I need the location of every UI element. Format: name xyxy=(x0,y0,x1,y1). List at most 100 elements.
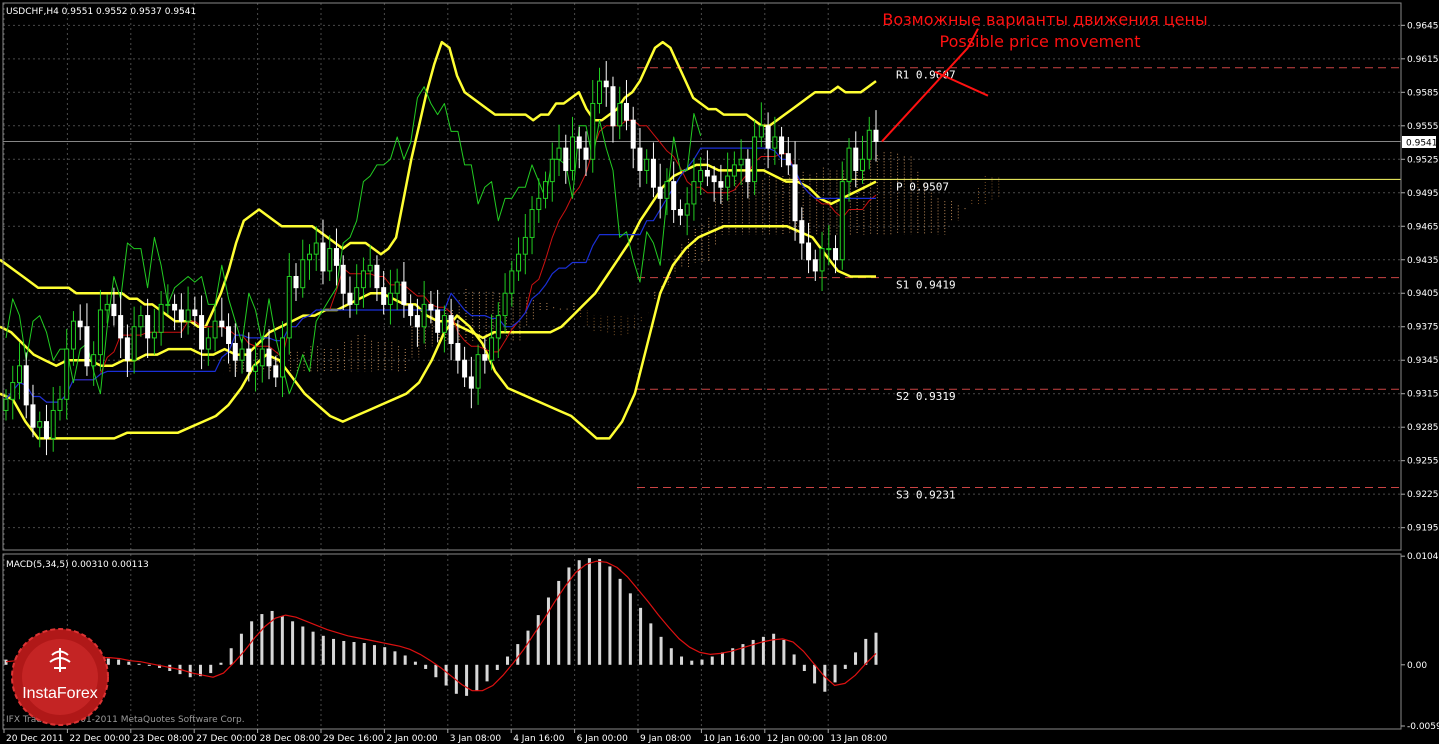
macd-histogram-bar xyxy=(843,664,847,669)
candle-body xyxy=(50,409,56,439)
time-tick-label: 20 Dec 2011 xyxy=(6,734,64,744)
candle-body xyxy=(138,315,144,328)
candle-body xyxy=(502,292,508,317)
macd-histogram-bar xyxy=(792,654,796,665)
macd-histogram-bar xyxy=(751,639,755,665)
macd-histogram-bar xyxy=(413,661,417,665)
candle-body xyxy=(610,86,616,127)
candle-body xyxy=(111,303,117,317)
candle-body xyxy=(570,136,576,171)
macd-histogram-bar xyxy=(117,659,121,665)
macd-histogram-bar xyxy=(444,664,448,686)
macd-histogram-bar xyxy=(434,664,438,678)
macd-histogram-bar xyxy=(710,656,714,665)
macd-histogram-bar xyxy=(4,659,8,665)
macd-histogram-bar xyxy=(833,664,837,683)
macd-histogram-bar xyxy=(311,631,315,665)
candle-body xyxy=(340,264,346,294)
current-price-label: 0.9541 xyxy=(1406,139,1438,149)
macd-histogram-bar xyxy=(362,643,366,665)
macd-histogram-bar xyxy=(874,632,878,665)
candle-body xyxy=(758,125,764,138)
macd-histogram-bar xyxy=(772,633,776,665)
macd-tick-label: 0.00 xyxy=(1407,661,1427,671)
macd-histogram-bar xyxy=(608,566,612,665)
price-tick-label: 0.9645 xyxy=(1407,21,1439,31)
candle-body xyxy=(536,197,542,211)
candle-body xyxy=(37,421,43,428)
candle-body xyxy=(30,404,36,428)
candle-body xyxy=(684,203,690,216)
candle-body xyxy=(280,337,286,378)
time-tick-label: 2 Jan 00:00 xyxy=(386,734,438,744)
macd-histogram-bar xyxy=(680,656,684,665)
candle-body xyxy=(873,129,879,142)
macd-histogram-bar xyxy=(239,633,243,665)
candle-body xyxy=(583,147,589,160)
macd-histogram-bar xyxy=(854,652,858,665)
candle-body xyxy=(124,337,130,361)
macd-histogram-bar xyxy=(403,655,407,665)
candle-body xyxy=(286,276,292,339)
macd-tick-label: 0.01049 xyxy=(1407,552,1439,562)
candle-body xyxy=(509,270,515,294)
candle-body xyxy=(448,315,454,344)
price-tick-label: 0.9555 xyxy=(1407,122,1439,132)
candle-body xyxy=(172,303,178,311)
candle-body xyxy=(313,242,319,255)
time-tick-label: 12 Jan 00:00 xyxy=(767,734,824,744)
price-tick-label: 0.9495 xyxy=(1407,189,1439,199)
candle-body xyxy=(435,309,441,333)
candle-body xyxy=(131,326,137,361)
candle-body xyxy=(650,158,656,188)
macd-histogram-bar xyxy=(639,607,643,665)
candle-body xyxy=(104,303,110,311)
macd-tick-label: -0.00591 xyxy=(1407,722,1439,732)
candle-body xyxy=(590,102,596,160)
candle-body xyxy=(853,147,859,171)
candle-body xyxy=(543,181,549,199)
macd-histogram-bar xyxy=(546,597,550,665)
candle-body xyxy=(360,270,366,289)
macd-histogram-bar xyxy=(475,664,479,691)
candle-body xyxy=(64,348,70,400)
candle-body xyxy=(306,253,312,261)
candle-body xyxy=(259,348,265,367)
candle-body xyxy=(192,309,198,317)
candle-body xyxy=(293,276,299,289)
candle-body xyxy=(839,181,845,261)
macd-histogram-bar xyxy=(127,661,131,665)
candle-body xyxy=(401,281,407,305)
candle-body xyxy=(826,248,832,251)
macd-histogram-bar xyxy=(372,645,376,665)
candle-body xyxy=(657,186,663,199)
macd-histogram-bar xyxy=(137,663,141,665)
candle-body xyxy=(57,398,63,411)
macd-histogram-bar xyxy=(291,621,295,665)
candle-body xyxy=(698,169,704,183)
macd-histogram-bar xyxy=(229,648,233,665)
trading-chart[interactable]: R1 0.9607P 0.9507S1 0.9419S2 0.9319S3 0.… xyxy=(0,0,1439,744)
time-tick-label: 27 Dec 00:00 xyxy=(196,734,257,744)
candle-body xyxy=(866,129,872,160)
macd-histogram-bar xyxy=(587,558,591,665)
candle-body xyxy=(792,164,798,222)
macd-histogram-bar xyxy=(301,626,305,665)
macd-histogram-bar xyxy=(485,664,489,682)
candle-body xyxy=(806,242,812,261)
macd-histogram-bar xyxy=(526,630,530,665)
pivot-level-label: S2 0.9319 xyxy=(896,390,956,403)
macd-histogram-bar xyxy=(332,638,336,665)
candle-body xyxy=(394,281,400,294)
macd-histogram-bar xyxy=(700,659,704,665)
candle-body xyxy=(462,359,468,378)
candle-body xyxy=(489,337,495,361)
candle-body xyxy=(421,303,427,328)
price-tick-label: 0.9435 xyxy=(1407,256,1439,266)
time-tick-label: 6 Jan 00:00 xyxy=(577,734,629,744)
candle-body xyxy=(596,80,602,104)
candle-body xyxy=(300,259,306,289)
macd-histogram-bar xyxy=(147,664,151,666)
candle-body xyxy=(468,376,474,389)
candle-body xyxy=(266,348,272,367)
